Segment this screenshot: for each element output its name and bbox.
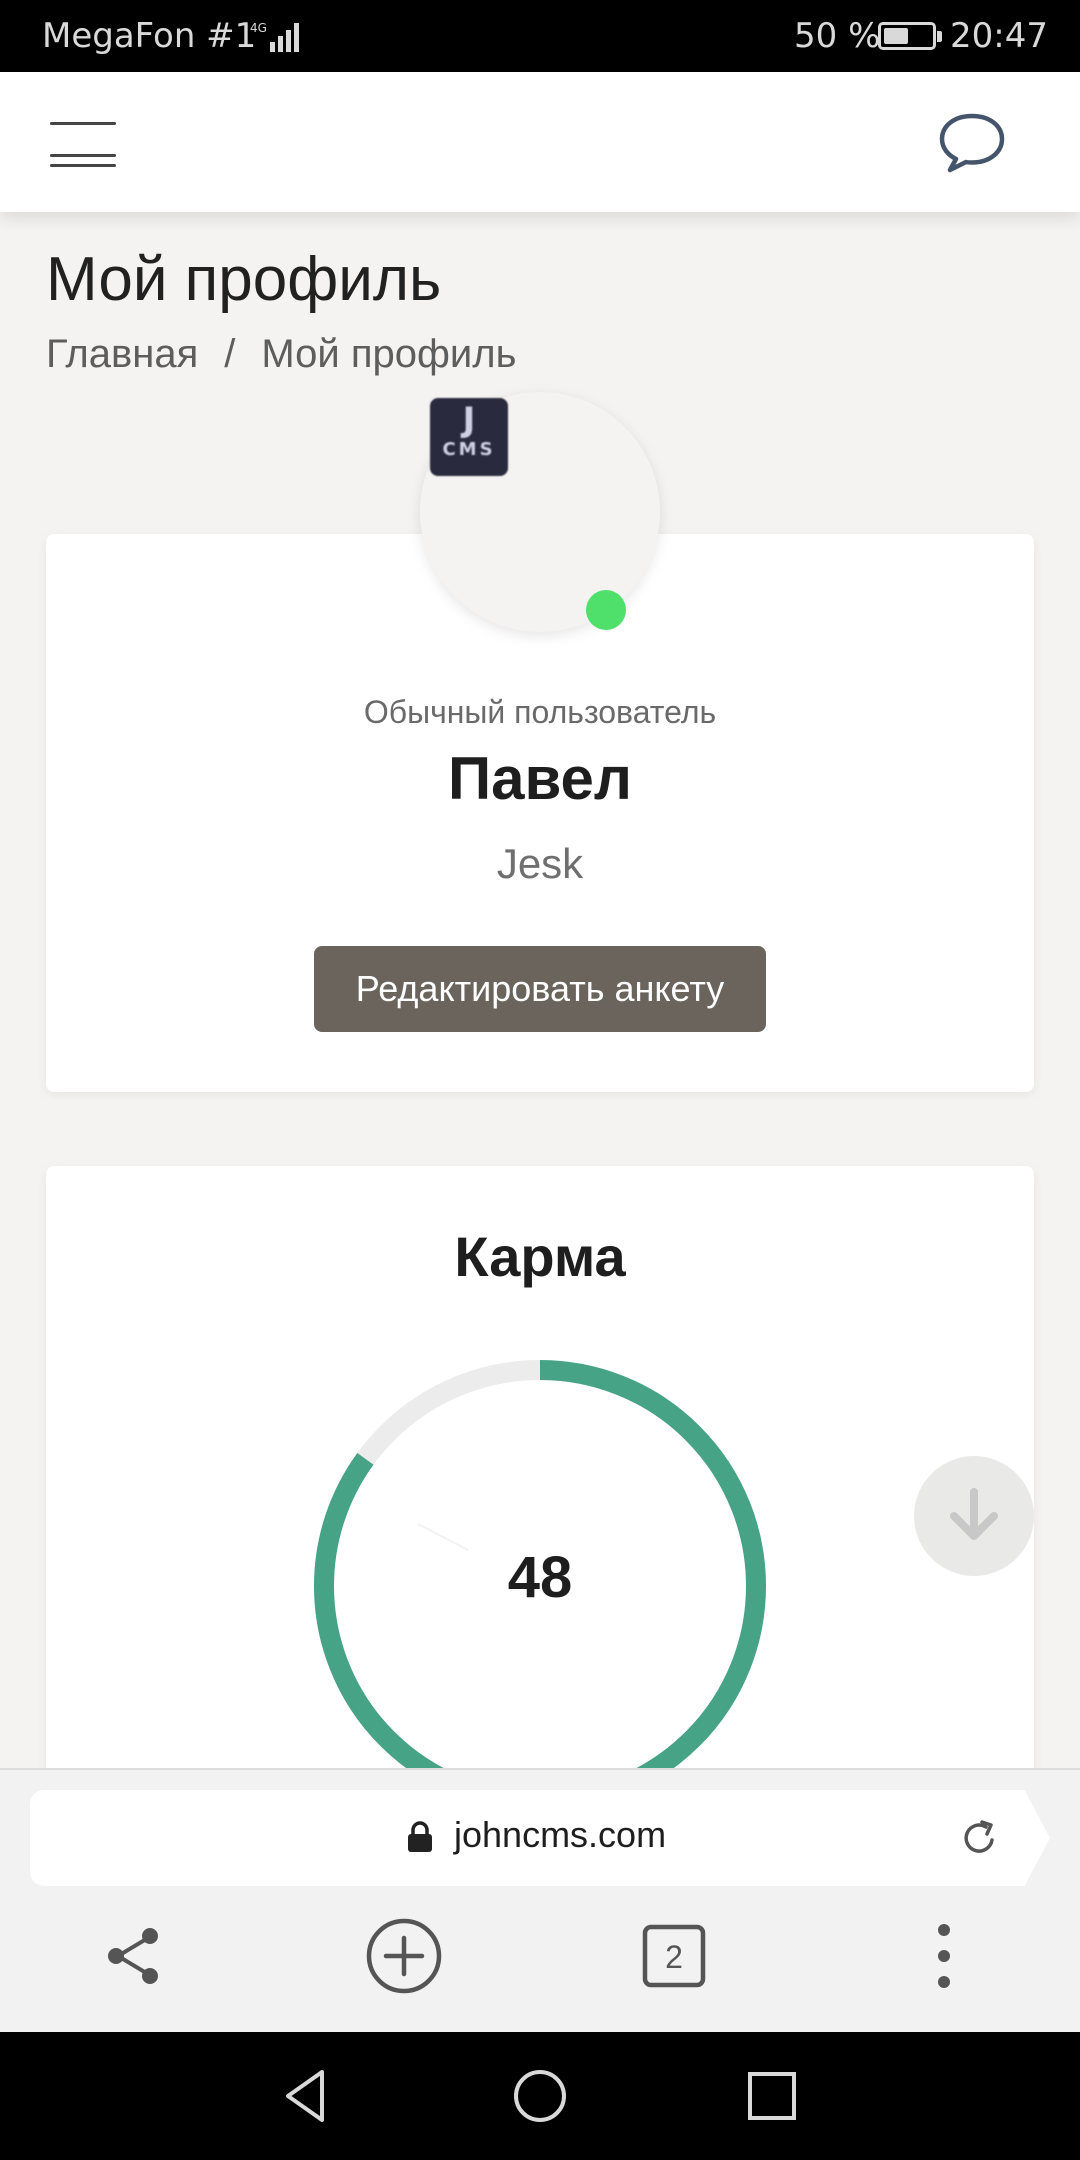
karma-value: 48 [507,1545,573,1610]
johncms-logo-avatar-image: J CMS [430,398,508,476]
page-title: Мой профиль [46,245,442,314]
back-icon[interactable] [278,2066,338,2126]
online-status-indicator [586,590,626,630]
reload-icon[interactable] [958,1816,1002,1860]
address-bar[interactable]: johncms.com [30,1790,1050,1886]
share-icon[interactable] [94,1916,174,1996]
system-navigation-bar [0,2032,1080,2160]
user-role: Обычный пользователь [363,694,717,730]
hamburger-menu-icon[interactable] [50,112,118,167]
network-type-label: 4G [250,21,267,35]
scroll-down-button[interactable] [914,1456,1034,1576]
battery-percentage: 50 % [794,16,881,56]
recents-icon[interactable] [742,2066,802,2126]
breadcrumb-home-link[interactable]: Главная [46,332,198,376]
battery-icon [878,22,942,50]
karma-title: Карма [454,1225,626,1288]
edit-profile-button[interactable]: Редактировать анкету [314,946,766,1032]
tabs-count: 2 [665,1939,683,1975]
breadcrumb-separator: / [224,332,236,376]
breadcrumb: Главная / Мой профиль [46,332,516,377]
arrow-down-icon [950,1488,998,1540]
app-header [0,72,1080,212]
carrier-name: MegaFon #1 [42,16,257,56]
browser-toolbar: johncms.com 2 [0,1768,1080,2032]
signal-strength-icon: 4G [250,21,299,52]
more-vertical-icon[interactable] [904,1916,984,1996]
clock: 20:47 [950,16,1048,56]
chat-bubble-icon[interactable] [936,106,1008,178]
status-bar: MegaFon #1 4G 50 % 20:47 [0,0,1080,72]
home-icon[interactable] [510,2066,570,2126]
breadcrumb-current: Мой профиль [261,332,517,376]
lock-icon [408,1821,432,1852]
user-login: Jesk [496,840,584,887]
url-text[interactable]: johncms.com [454,1814,666,1856]
new-tab-plus-icon[interactable] [364,1916,444,1996]
user-name: Павел [447,745,633,812]
tabs-counter-icon[interactable]: 2 [634,1916,714,1996]
browser-nav-icons: 2 [0,1900,1080,2010]
